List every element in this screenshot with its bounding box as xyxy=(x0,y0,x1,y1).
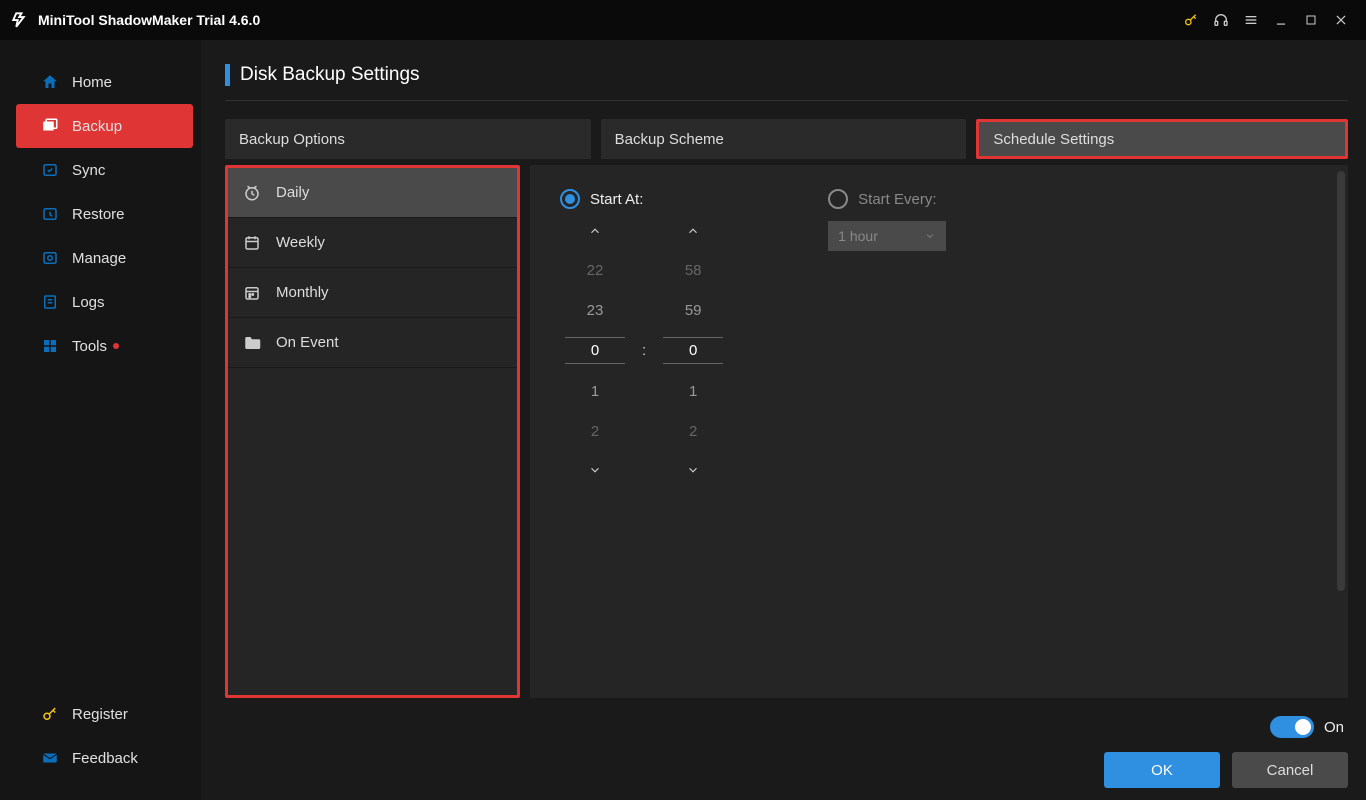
radio-label: Start Every: xyxy=(858,191,936,208)
calendar-month-icon xyxy=(242,283,262,303)
spinner-value: 23 xyxy=(587,297,604,323)
freq-label: On Event xyxy=(276,334,339,351)
chevron-up-icon[interactable] xyxy=(663,215,723,247)
spinner-value: 1 xyxy=(689,378,697,404)
app-title: MiniTool ShadowMaker Trial 4.6.0 xyxy=(38,12,260,28)
folder-icon xyxy=(242,333,262,353)
button-label: OK xyxy=(1151,762,1173,779)
tab-label: Schedule Settings xyxy=(993,131,1114,148)
ok-button[interactable]: OK xyxy=(1104,752,1220,788)
spinner-value: 1 xyxy=(591,378,599,404)
sidebar-item-label: Restore xyxy=(72,206,125,223)
cancel-button[interactable]: Cancel xyxy=(1232,752,1348,788)
spinner-value: 2 xyxy=(689,418,697,444)
key-icon[interactable] xyxy=(1176,5,1206,35)
sidebar-item-home[interactable]: Home xyxy=(0,60,201,104)
sidebar-item-label: Home xyxy=(72,74,112,91)
schedule-panel: Start At: 22 23 0 1 2 xyxy=(530,165,1348,698)
titlebar: MiniTool ShadowMaker Trial 4.6.0 xyxy=(0,0,1366,40)
manage-icon xyxy=(40,248,60,268)
sidebar-item-sync[interactable]: Sync xyxy=(0,148,201,192)
sidebar-item-logs[interactable]: Logs xyxy=(0,280,201,324)
frequency-panel: Daily Weekly Monthly On Event xyxy=(225,165,520,698)
freq-item-weekly[interactable]: Weekly xyxy=(228,218,517,268)
sidebar-item-label: Backup xyxy=(72,118,122,135)
backup-icon xyxy=(40,116,60,136)
tab-label: Backup Scheme xyxy=(615,131,724,148)
sidebar-item-register[interactable]: Register xyxy=(0,692,201,736)
home-icon xyxy=(40,72,60,92)
spinner-value: 22 xyxy=(587,257,604,283)
hour-spinner[interactable]: 22 23 0 1 2 xyxy=(560,215,630,486)
sidebar-item-label: Logs xyxy=(72,294,105,311)
spinner-value: 2 xyxy=(591,418,599,444)
mail-icon xyxy=(40,748,60,768)
scrollbar[interactable] xyxy=(1337,171,1345,591)
register-key-icon xyxy=(40,704,60,724)
sidebar-item-manage[interactable]: Manage xyxy=(0,236,201,280)
interval-select[interactable]: 1 hour xyxy=(828,221,946,251)
calendar-week-icon xyxy=(242,233,262,253)
time-separator: : xyxy=(642,342,646,359)
sidebar-item-label: Feedback xyxy=(72,750,138,767)
radio-checked-icon xyxy=(560,189,580,209)
main-panel: Disk Backup Settings Backup Options Back… xyxy=(201,40,1366,800)
maximize-icon[interactable] xyxy=(1296,5,1326,35)
radio-unchecked-icon xyxy=(828,189,848,209)
sync-icon xyxy=(40,160,60,180)
freq-item-monthly[interactable]: Monthly xyxy=(228,268,517,318)
radio-start-at[interactable]: Start At: xyxy=(560,189,728,209)
interval-value: 1 hour xyxy=(838,228,878,244)
sidebar-item-label: Register xyxy=(72,706,128,723)
page-title: Disk Backup Settings xyxy=(240,64,420,86)
clock-icon xyxy=(242,183,262,203)
sidebar-item-restore[interactable]: Restore xyxy=(0,192,201,236)
title-accent-bar xyxy=(225,64,230,86)
logs-icon xyxy=(40,292,60,312)
sidebar-item-backup[interactable]: Backup xyxy=(16,104,193,148)
freq-item-on-event[interactable]: On Event xyxy=(228,318,517,368)
sidebar-item-label: Tools xyxy=(72,338,107,355)
page-header: Disk Backup Settings xyxy=(225,64,1348,101)
toggle-label: On xyxy=(1324,719,1344,736)
freq-item-daily[interactable]: Daily xyxy=(228,168,517,218)
tab-backup-options[interactable]: Backup Options xyxy=(225,119,591,159)
radio-start-every[interactable]: Start Every: xyxy=(828,189,946,209)
freq-label: Daily xyxy=(276,184,309,201)
chevron-down-icon[interactable] xyxy=(663,454,723,486)
settings-tabs: Backup Options Backup Scheme Schedule Se… xyxy=(225,119,1348,159)
chevron-down-icon xyxy=(924,230,936,242)
restore-icon xyxy=(40,204,60,224)
chevron-up-icon[interactable] xyxy=(565,215,625,247)
freq-label: Monthly xyxy=(276,284,329,301)
chevron-down-icon[interactable] xyxy=(565,454,625,486)
tools-icon xyxy=(40,336,60,356)
minute-spinner[interactable]: 58 59 0 1 2 xyxy=(658,215,728,486)
tab-backup-scheme[interactable]: Backup Scheme xyxy=(601,119,967,159)
spinner-value-current: 0 xyxy=(663,337,723,364)
spinner-value: 59 xyxy=(685,297,702,323)
tab-schedule-settings[interactable]: Schedule Settings xyxy=(976,119,1348,159)
sidebar: Home Backup Sync Restore Manage Logs Too… xyxy=(0,40,201,800)
close-icon[interactable] xyxy=(1326,5,1356,35)
sidebar-item-label: Manage xyxy=(72,250,126,267)
headset-icon[interactable] xyxy=(1206,5,1236,35)
notification-dot-icon xyxy=(113,343,119,349)
app-logo-icon xyxy=(10,10,30,30)
sidebar-item-label: Sync xyxy=(72,162,105,179)
tab-label: Backup Options xyxy=(239,131,345,148)
freq-label: Weekly xyxy=(276,234,325,251)
schedule-toggle[interactable] xyxy=(1270,716,1314,738)
minimize-icon[interactable] xyxy=(1266,5,1296,35)
spinner-value: 58 xyxy=(685,257,702,283)
radio-label: Start At: xyxy=(590,191,643,208)
spinner-value-current: 0 xyxy=(565,337,625,364)
sidebar-item-feedback[interactable]: Feedback xyxy=(0,736,201,780)
sidebar-item-tools[interactable]: Tools xyxy=(0,324,201,368)
button-label: Cancel xyxy=(1267,762,1314,779)
menu-icon[interactable] xyxy=(1236,5,1266,35)
